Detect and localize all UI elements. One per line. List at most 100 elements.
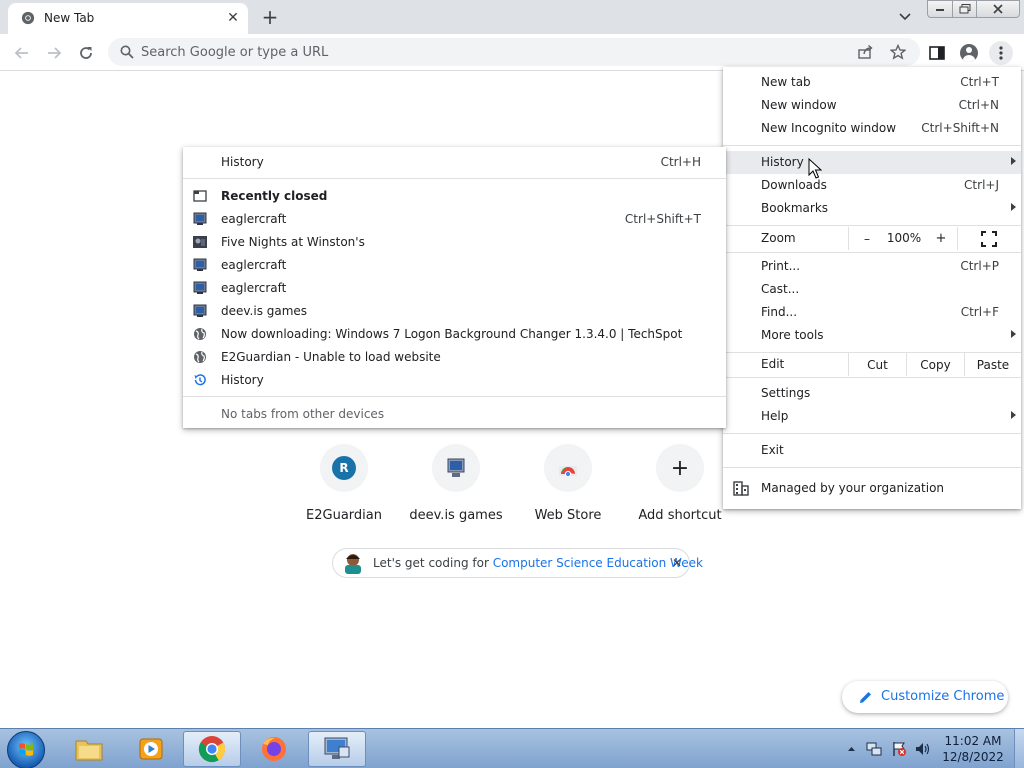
history-entry[interactable]: eaglercraft Ctrl+Shift+T bbox=[183, 208, 726, 231]
menu-item-bookmarks[interactable]: Bookmarks bbox=[723, 197, 1021, 220]
menu-item-label: New tab bbox=[761, 75, 811, 89]
zoom-in-button[interactable]: + bbox=[923, 227, 959, 250]
history-entry-label: eaglercraft bbox=[221, 258, 287, 272]
menu-item-more-tools[interactable]: More tools bbox=[723, 324, 1021, 347]
show-desktop-button[interactable] bbox=[1014, 729, 1024, 768]
restore-button[interactable] bbox=[952, 0, 977, 18]
tab-new-tab[interactable]: New Tab ✕ bbox=[8, 3, 248, 34]
menu-item-label: Managed by your organization bbox=[761, 481, 945, 495]
shortcut-deev-is-games[interactable]: deev.is games bbox=[400, 444, 512, 523]
shortcut-tile bbox=[544, 444, 592, 492]
tab-title: New Tab bbox=[44, 11, 95, 25]
taskbar-clock[interactable]: 11:02 AM 12/8/2022 bbox=[938, 733, 1008, 765]
pencil-icon bbox=[860, 692, 871, 703]
minimize-button[interactable] bbox=[927, 0, 953, 18]
submenu-arrow-icon bbox=[1011, 411, 1016, 419]
omnibox-input[interactable] bbox=[141, 43, 841, 61]
submenu-arrow-icon bbox=[1011, 330, 1016, 338]
no-tabs-label: No tabs from other devices bbox=[221, 407, 385, 421]
menu-item-history[interactable]: History bbox=[723, 151, 1021, 174]
shortcut-tile bbox=[432, 444, 480, 492]
menu-separator bbox=[183, 396, 726, 397]
tab-close-icon[interactable]: ✕ bbox=[224, 9, 242, 27]
taskbar-explorer[interactable] bbox=[60, 731, 118, 767]
volume-icon[interactable] bbox=[915, 741, 931, 757]
mouse-cursor-icon bbox=[808, 158, 822, 179]
toolbar bbox=[0, 34, 1024, 71]
menu-item-cast[interactable]: Cast... bbox=[723, 278, 1021, 301]
menu-item-new-tab[interactable]: New tab Ctrl+T bbox=[723, 71, 1021, 94]
search-icon bbox=[120, 45, 134, 59]
menu-item-exit[interactable]: Exit bbox=[723, 439, 1021, 462]
shortcut-label: E2Guardian bbox=[306, 508, 382, 523]
menu-item-help[interactable]: Help bbox=[723, 405, 1021, 428]
network-icon[interactable] bbox=[866, 741, 882, 757]
media-player-icon bbox=[139, 738, 163, 760]
menu-item-new-window[interactable]: New window Ctrl+N bbox=[723, 94, 1021, 117]
customize-chrome-label: Customize Chrome bbox=[881, 689, 1005, 704]
menu-separator bbox=[723, 225, 1021, 226]
history-entry[interactable]: Five Nights at Winston's bbox=[183, 231, 726, 254]
bookmark-star-icon[interactable] bbox=[888, 43, 908, 61]
taskbar-remote-desktop[interactable] bbox=[308, 731, 366, 767]
menu-item-find[interactable]: Find... Ctrl+F bbox=[723, 301, 1021, 324]
web-store-icon bbox=[559, 466, 577, 478]
history-entry[interactable]: Now downloading: Windows 7 Logon Backgro… bbox=[183, 323, 726, 346]
back-button[interactable] bbox=[10, 41, 34, 65]
shortcut-web-store[interactable]: Web Store bbox=[512, 444, 624, 523]
zoom-out-button[interactable]: – bbox=[849, 227, 885, 250]
reload-button[interactable] bbox=[74, 41, 98, 65]
add-shortcut-button[interactable]: + Add shortcut bbox=[624, 444, 736, 523]
taskbar-chrome[interactable] bbox=[183, 731, 241, 767]
promo-close-icon[interactable]: ✕ bbox=[669, 555, 685, 571]
menu-item-label: Cast... bbox=[761, 282, 800, 296]
close-window-button[interactable] bbox=[976, 0, 1020, 18]
menu-item-label: Settings bbox=[761, 386, 811, 400]
menu-separator bbox=[723, 252, 1021, 253]
shortcut-tile: + bbox=[656, 444, 704, 492]
cut-button[interactable]: Cut bbox=[848, 353, 906, 376]
history-entry[interactable]: eaglercraft bbox=[183, 254, 726, 277]
menu-item-settings[interactable]: Settings bbox=[723, 382, 1021, 405]
taskbar-firefox[interactable] bbox=[245, 731, 303, 767]
menu-item-managed[interactable]: Managed by your organization bbox=[723, 477, 1021, 500]
new-tab-button[interactable]: + bbox=[258, 5, 282, 29]
history-clock-icon bbox=[194, 374, 206, 386]
show-full-history-item[interactable]: History bbox=[183, 369, 726, 392]
share-icon[interactable] bbox=[856, 43, 876, 61]
menu-item-new-incognito-window[interactable]: New Incognito window Ctrl+Shift+N bbox=[723, 117, 1021, 140]
menu-item-downloads[interactable]: Downloads Ctrl+J bbox=[723, 174, 1021, 197]
eaglercraft-icon bbox=[193, 281, 207, 294]
customize-chrome-button[interactable]: Customize Chrome bbox=[842, 681, 1008, 713]
side-panel-icon[interactable] bbox=[925, 41, 949, 65]
tab-search-icon[interactable] bbox=[894, 8, 916, 26]
menu-item-shortcut: Ctrl+Shift+N bbox=[921, 121, 999, 135]
omnibox[interactable] bbox=[108, 38, 920, 66]
action-center-icon[interactable] bbox=[891, 741, 907, 757]
avatar-icon bbox=[960, 44, 978, 62]
chrome-menu-button[interactable] bbox=[989, 41, 1013, 65]
start-button[interactable] bbox=[7, 731, 45, 768]
menu-item-print[interactable]: Print... Ctrl+P bbox=[723, 255, 1021, 278]
computer-icon bbox=[193, 304, 207, 317]
menu-item-shortcut: Ctrl+T bbox=[960, 75, 999, 89]
history-entry[interactable]: deev.is games bbox=[183, 300, 726, 323]
shortcut-e2guardian[interactable]: R E2Guardian bbox=[288, 444, 400, 523]
show-hidden-icons-icon[interactable] bbox=[843, 741, 859, 757]
history-entry-label: E2Guardian - Unable to load website bbox=[221, 350, 441, 364]
forward-button[interactable] bbox=[42, 41, 66, 65]
promo-text: Let's get coding for Computer Science Ed… bbox=[373, 556, 703, 570]
taskbar-media-player[interactable] bbox=[122, 731, 180, 767]
menu-separator bbox=[183, 178, 726, 179]
history-entry[interactable]: E2Guardian - Unable to load website bbox=[183, 346, 726, 369]
profile-avatar-button[interactable] bbox=[957, 41, 981, 65]
history-entry[interactable]: eaglercraft bbox=[183, 277, 726, 300]
fullscreen-icon[interactable] bbox=[981, 231, 997, 247]
history-item-history[interactable]: History Ctrl+H bbox=[183, 151, 726, 174]
menu-item-label: Downloads bbox=[761, 178, 827, 192]
eaglercraft-icon bbox=[193, 212, 207, 225]
paste-button[interactable]: Paste bbox=[964, 353, 1021, 376]
zoom-level: 100% bbox=[886, 231, 922, 245]
shortcut-tile: R bbox=[320, 444, 368, 492]
copy-button[interactable]: Copy bbox=[906, 353, 964, 376]
